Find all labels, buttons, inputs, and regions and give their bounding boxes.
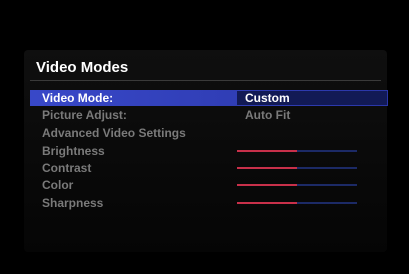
title-divider [30,80,381,81]
menu-item-video-mode[interactable]: Video Mode: Custom [30,90,388,106]
contrast-label: Contrast [42,161,92,175]
sharpness-slider-fill [237,202,297,204]
brightness-label: Brightness [42,144,105,158]
tv-screen: Video Modes Video Mode: Custom Picture A… [0,0,409,274]
color-label: Color [42,178,74,192]
menu-item-sharpness[interactable]: Sharpness [30,195,388,211]
color-slider-fill [237,184,297,186]
sharpness-slider[interactable] [237,202,357,204]
menu-item-color[interactable]: Color [30,177,388,193]
menu-item-advanced-video-settings[interactable]: Advanced Video Settings [30,125,388,141]
advanced-video-settings-label: Advanced Video Settings [42,126,186,140]
video-mode-label: Video Mode: [42,91,114,105]
contrast-slider-fill [237,167,297,169]
menu-title: Video Modes [36,59,129,76]
contrast-slider[interactable] [237,167,357,169]
video-mode-value: Custom [245,91,290,105]
menu-item-picture-adjust[interactable]: Picture Adjust: Auto Fit [30,107,388,123]
picture-adjust-value: Auto Fit [245,108,291,122]
brightness-slider[interactable] [237,150,357,152]
menu-item-contrast[interactable]: Contrast [30,160,388,176]
menu-item-brightness[interactable]: Brightness [30,143,388,159]
brightness-slider-fill [237,150,297,152]
sharpness-label: Sharpness [42,196,104,210]
picture-adjust-label: Picture Adjust: [42,108,127,122]
color-slider[interactable] [237,184,357,186]
